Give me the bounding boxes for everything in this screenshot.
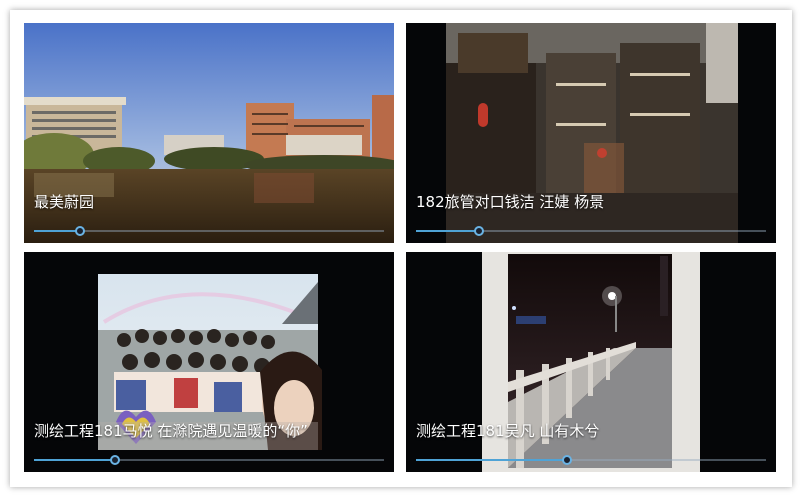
progress-fill <box>416 230 479 232</box>
video-tile-group-photo[interactable]: 测绘工程181马悦 在滁院遇见温暖的“你” <box>24 252 394 472</box>
progress-knob[interactable] <box>74 226 85 236</box>
video-tile-night-bridge[interactable]: 测绘工程181吴凡 山有木兮 <box>406 252 776 472</box>
progress-fill <box>34 459 115 461</box>
progress-knob[interactable] <box>109 455 120 465</box>
video-title: 测绘工程181吴凡 山有木兮 <box>416 422 600 440</box>
video-tile-old-street[interactable]: 182旅管对口钱洁 汪婕 杨景 <box>406 23 776 243</box>
video-title: 测绘工程181马悦 在滁院遇见温暖的“你” <box>34 422 308 440</box>
progress-knob[interactable] <box>474 226 484 236</box>
video-progress-bar[interactable] <box>34 226 384 236</box>
video-tile-campus[interactable]: 最美蔚园 <box>24 23 394 243</box>
video-grid: 最美蔚园 182旅管对口钱洁 汪婕 杨景 测绘工程181马悦 在滁院遇见温暖的“… <box>10 10 792 487</box>
progress-fill <box>416 459 567 461</box>
video-progress-bar[interactable] <box>416 455 766 465</box>
video-progress-bar[interactable] <box>34 455 384 465</box>
video-title: 182旅管对口钱洁 汪婕 杨景 <box>416 193 605 211</box>
progress-knob[interactable] <box>561 455 572 465</box>
progress-track <box>34 230 384 232</box>
progress-fill <box>34 230 80 232</box>
video-title: 最美蔚园 <box>34 193 95 211</box>
video-progress-bar[interactable] <box>416 226 766 236</box>
